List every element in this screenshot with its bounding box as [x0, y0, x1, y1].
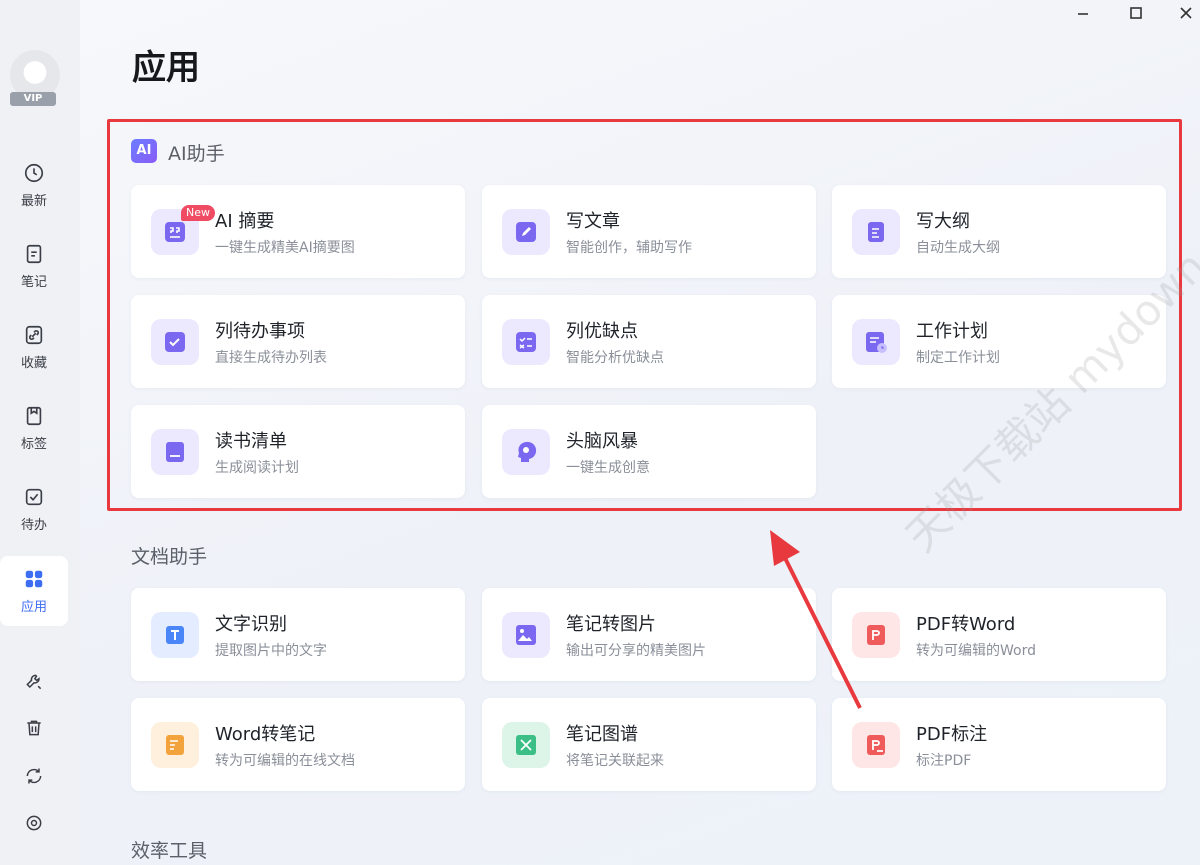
- card-write-article[interactable]: 写文章 智能创作，辅助写作: [482, 185, 816, 278]
- card-title: 工作计划: [916, 321, 988, 342]
- card-title: 文字识别: [215, 614, 287, 635]
- check-icon: [151, 319, 199, 365]
- nav-item-notes[interactable]: 笔记: [0, 231, 68, 301]
- card-title: PDF转Word: [916, 614, 1016, 635]
- book-icon: [151, 429, 199, 475]
- image-icon: [502, 612, 550, 658]
- new-tag: New: [181, 205, 215, 221]
- card-title: 笔记图谱: [566, 724, 638, 745]
- nav-item-favorites[interactable]: 收藏: [0, 312, 68, 382]
- page-title: 应用: [132, 48, 200, 88]
- nav-label: 笔记: [20, 274, 47, 290]
- note-icon: [26, 244, 42, 263]
- pdf-annotate-icon: [852, 722, 900, 768]
- card-ocr[interactable]: 文字识别 提取图片中的文字: [131, 588, 465, 681]
- card-subtitle: 生成阅读计划: [215, 460, 299, 476]
- minimize-icon[interactable]: [1070, 2, 1096, 24]
- card-title: 笔记转图片: [566, 614, 656, 635]
- card-subtitle: 直接生成待办列表: [215, 350, 327, 366]
- card-pdf-to-word[interactable]: PDF转Word 转为可编辑的Word: [832, 588, 1166, 681]
- graph-icon: [502, 722, 550, 768]
- card-subtitle: 自动生成大纲: [916, 240, 1000, 256]
- nav-item-latest[interactable]: 最新: [0, 150, 68, 220]
- trash-icon[interactable]: [22, 716, 46, 740]
- card-subtitle: 标注PDF: [916, 753, 972, 769]
- brain-icon: [502, 429, 550, 475]
- pros-cons-icon: [502, 319, 550, 365]
- card-title: 写大纲: [916, 211, 970, 232]
- apps-grid-icon: [25, 570, 43, 587]
- card-title: 写文章: [566, 211, 620, 232]
- nav-label: 待办: [20, 517, 47, 533]
- card-title: 读书清单: [215, 431, 287, 452]
- nav-item-apps[interactable]: 应用: [0, 556, 68, 626]
- main-content: 应用 AI AI助手 New AI 摘要 一键生成精美AI摘要图 写文章 智能创…: [80, 0, 1200, 865]
- pen-icon: [502, 209, 550, 255]
- wrench-icon[interactable]: [22, 670, 46, 694]
- annotation-arrow-icon: [770, 530, 862, 709]
- card-title: 列待办事项: [215, 321, 305, 342]
- card-title: PDF标注: [916, 724, 988, 745]
- ocr-icon: [151, 612, 199, 658]
- card-title: 头脑风暴: [566, 431, 638, 452]
- link-icon: [25, 325, 43, 344]
- clock-icon: [24, 163, 44, 182]
- card-subtitle: 智能创作，辅助写作: [566, 240, 692, 256]
- card-subtitle: 制定工作计划: [916, 350, 1000, 366]
- nav-item-todo[interactable]: 待办: [0, 474, 68, 544]
- nav-label: 最新: [20, 193, 47, 209]
- nav-label: 收藏: [20, 355, 47, 371]
- close-icon[interactable]: [1173, 2, 1199, 24]
- card-subtitle: 一键生成精美AI摘要图: [215, 240, 355, 256]
- card-pdf-annotate[interactable]: PDF标注 标注PDF: [832, 698, 1166, 791]
- nav-label: 应用: [20, 599, 47, 615]
- word-icon: [151, 722, 199, 768]
- section-title-ai: AI助手: [168, 143, 225, 165]
- card-title: AI 摘要: [215, 211, 275, 232]
- outline-icon: [852, 209, 900, 255]
- maximize-icon[interactable]: [1123, 2, 1149, 24]
- settings-icon[interactable]: [22, 811, 46, 835]
- card-outline[interactable]: 写大纲 自动生成大纲: [832, 185, 1166, 278]
- ai-badge: AI: [131, 139, 157, 163]
- nav-label: 标签: [20, 436, 47, 452]
- card-subtitle: 提取图片中的文字: [215, 643, 327, 659]
- checkbox-icon: [25, 488, 43, 505]
- card-pros-cons[interactable]: 列优缺点 智能分析优缺点: [482, 295, 816, 388]
- nav-item-tags[interactable]: 标签: [0, 393, 68, 463]
- card-ai-summary[interactable]: New AI 摘要 一键生成精美AI摘要图: [131, 185, 465, 278]
- card-subtitle: 将笔记关联起来: [566, 753, 664, 769]
- sidebar: VIP 最新 笔记 收藏 标签 待办 应用: [0, 0, 80, 865]
- section-title-efficiency: 效率工具: [131, 840, 208, 862]
- card-subtitle: 转为可编辑的Word: [916, 643, 1036, 659]
- card-subtitle: 一键生成创意: [566, 460, 650, 476]
- sync-icon[interactable]: [22, 764, 46, 788]
- bookmark-icon: [26, 406, 42, 425]
- card-reading-list[interactable]: 读书清单 生成阅读计划: [131, 405, 465, 498]
- section-title-doc: 文档助手: [131, 546, 208, 568]
- card-subtitle: 转为可编辑的在线文档: [215, 753, 355, 769]
- card-subtitle: 输出可分享的精美图片: [566, 643, 706, 659]
- card-brainstorm[interactable]: 头脑风暴 一键生成创意: [482, 405, 816, 498]
- card-title: Word转笔记: [215, 724, 316, 745]
- vip-badge: VIP: [10, 92, 56, 106]
- plan-icon: [852, 319, 900, 365]
- card-todo-list[interactable]: 列待办事项 直接生成待办列表: [131, 295, 465, 388]
- card-title: 列优缺点: [566, 321, 638, 342]
- card-subtitle: 智能分析优缺点: [566, 350, 664, 366]
- card-word-to-note[interactable]: Word转笔记 转为可编辑的在线文档: [131, 698, 465, 791]
